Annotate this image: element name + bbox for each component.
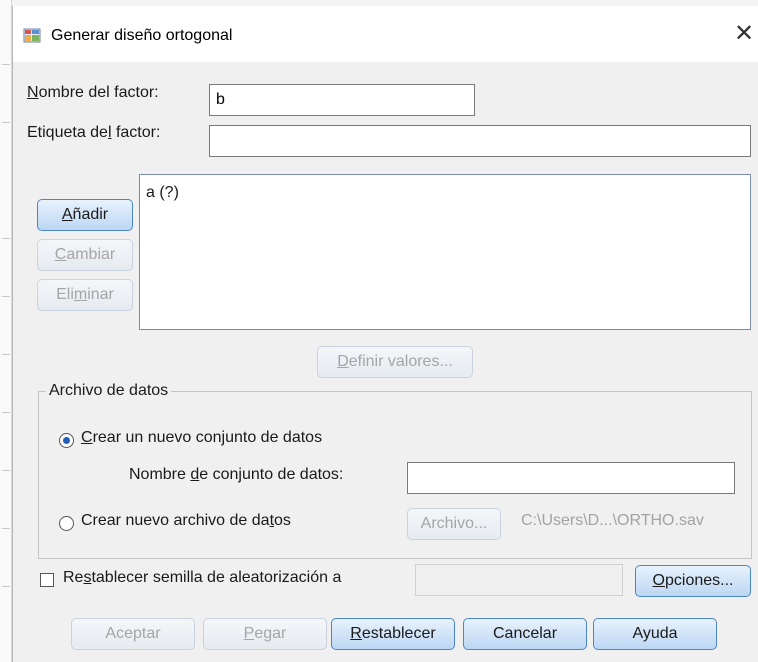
dialog-title: Generar diseño ortogonal	[51, 27, 233, 44]
new-file-label: Crear nuevo archivo de datos	[81, 512, 291, 529]
data-file-legend: Archivo de datos	[46, 382, 172, 400]
generate-orthogonal-design-dialog: Generar diseño ortogonal ✕ Nombre del fa…	[12, 6, 758, 662]
reset-seed-checkbox[interactable]	[40, 573, 54, 587]
define-values-button[interactable]: Definir valores...	[317, 346, 473, 378]
cancel-button[interactable]: Cancelar	[463, 618, 587, 650]
dataset-name-input[interactable]	[407, 462, 735, 494]
spss-dialog-icon	[23, 28, 41, 43]
add-button[interactable]: Añadir	[37, 199, 133, 231]
reset-seed-label: Restablecer semilla de aleatorización a	[63, 569, 342, 586]
help-button[interactable]: Ayuda	[593, 618, 717, 650]
dataset-name-label: Nombre de conjunto de datos:	[129, 466, 344, 483]
change-button[interactable]: Cambiar	[37, 239, 133, 271]
title-bar: Generar diseño ortogonal ✕	[13, 6, 758, 62]
new-file-radio[interactable]	[59, 516, 74, 531]
reset-button[interactable]: Restablecer	[331, 618, 455, 650]
factor-name-label: Nombre del factor:	[27, 84, 159, 101]
remove-button[interactable]: Eliminar	[37, 279, 133, 311]
paste-button[interactable]: Pegar	[203, 618, 327, 650]
factor-name-input[interactable]	[209, 84, 475, 116]
factor-label-input[interactable]	[209, 125, 751, 157]
background-window-edge	[0, 0, 12, 662]
factor-label-label: Etiqueta del factor:	[27, 124, 161, 141]
seed-input[interactable]	[415, 564, 623, 596]
new-dataset-radio[interactable]	[59, 433, 74, 448]
list-item[interactable]: a (?)	[146, 184, 179, 202]
file-button[interactable]: Archivo...	[407, 508, 501, 540]
file-path-text: C:\Users\D...\ORTHO.sav	[521, 512, 704, 529]
factor-list[interactable]: a (?)	[139, 174, 751, 330]
accept-button[interactable]: Aceptar	[71, 618, 195, 650]
options-button[interactable]: Opciones...	[635, 565, 751, 597]
close-icon[interactable]: ✕	[731, 22, 757, 48]
new-dataset-label: Crear un nuevo conjunto de datos	[81, 429, 323, 446]
